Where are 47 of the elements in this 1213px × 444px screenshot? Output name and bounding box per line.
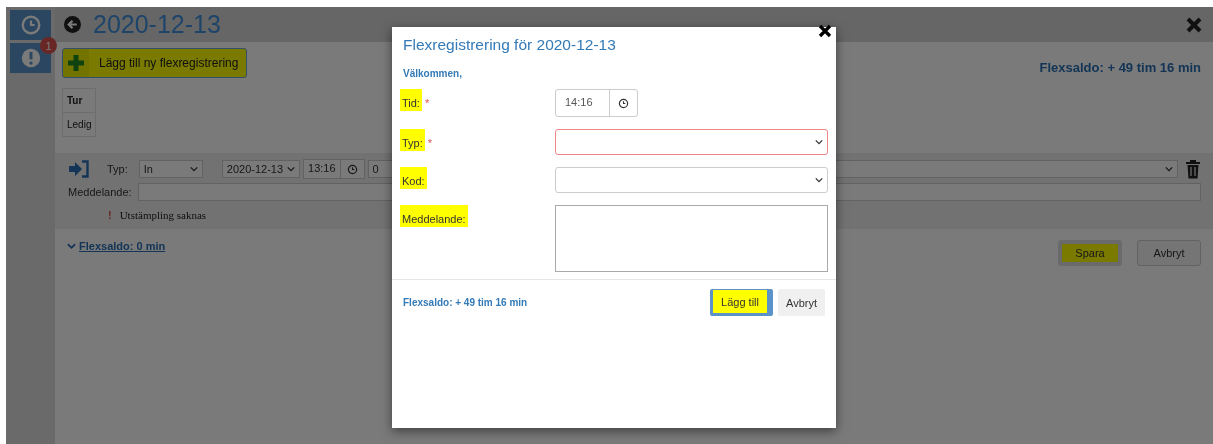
back-icon[interactable] xyxy=(64,16,81,33)
field-label: Meddelande: xyxy=(400,205,468,227)
chevron-down-icon xyxy=(815,177,823,183)
add-registration-button[interactable]: Lägg till ny flexregistrering xyxy=(62,48,248,78)
time-field[interactable]: 13:16 xyxy=(303,159,365,179)
action-button[interactable]: Avbryt xyxy=(1137,240,1201,266)
field-label: Typ: xyxy=(400,129,425,151)
type-label: Typ: xyxy=(107,163,128,175)
required-mark: * xyxy=(424,97,430,109)
select-field[interactable] xyxy=(554,129,828,155)
table-cell-text: Ledig xyxy=(66,118,93,132)
chevron-down-icon xyxy=(1165,166,1173,172)
alert-icon xyxy=(19,47,42,69)
time-field[interactable]: 14:16 xyxy=(555,89,638,117)
field-label: Tid: xyxy=(400,89,422,111)
dialog-button[interactable]: Avbryt xyxy=(778,289,825,316)
flex-balance: Flexsaldo: + 49 tim 16 min xyxy=(1039,60,1201,75)
sign-in-icon xyxy=(68,160,90,178)
page-title: 2020-12-13 xyxy=(93,10,221,39)
clock-icon xyxy=(346,163,358,175)
chevron-down-icon xyxy=(287,166,296,172)
clock-icon xyxy=(618,97,629,109)
required-mark: * xyxy=(427,137,433,149)
balance-link[interactable]: Flexsaldo: 0 min xyxy=(67,240,166,254)
chevron-down-icon xyxy=(189,166,198,172)
dialog-button[interactable]: Lägg till xyxy=(710,289,773,316)
greeting-text: Välkommen, xyxy=(402,68,463,79)
flex-balance: Flexsaldo: + 49 tim 16 min xyxy=(403,297,528,308)
clock-icon xyxy=(19,14,42,36)
plus-icon xyxy=(67,54,85,72)
dialog-title: Flexregistrering för 2020-12-13 xyxy=(403,36,617,54)
trash-icon[interactable] xyxy=(1185,159,1201,179)
select-field[interactable] xyxy=(554,167,828,193)
message-field[interactable] xyxy=(554,205,828,272)
message-label: Meddelande: xyxy=(68,186,132,198)
chevron-down-icon xyxy=(67,242,76,250)
close-icon[interactable] xyxy=(818,24,832,38)
field-label: Kod: xyxy=(400,167,427,189)
chevron-down-icon xyxy=(815,139,823,145)
date-select[interactable]: 2020-12-13 xyxy=(221,160,301,178)
sidebar-button[interactable] xyxy=(10,43,51,73)
warning-text: Utstämpling saknas xyxy=(119,209,207,221)
warning-mark: ! xyxy=(108,209,112,221)
sidebar-button[interactable] xyxy=(10,10,51,40)
type-select[interactable]: In xyxy=(138,160,203,178)
table-header: Tur xyxy=(63,89,96,113)
action-button[interactable]: Spara xyxy=(1058,240,1122,266)
